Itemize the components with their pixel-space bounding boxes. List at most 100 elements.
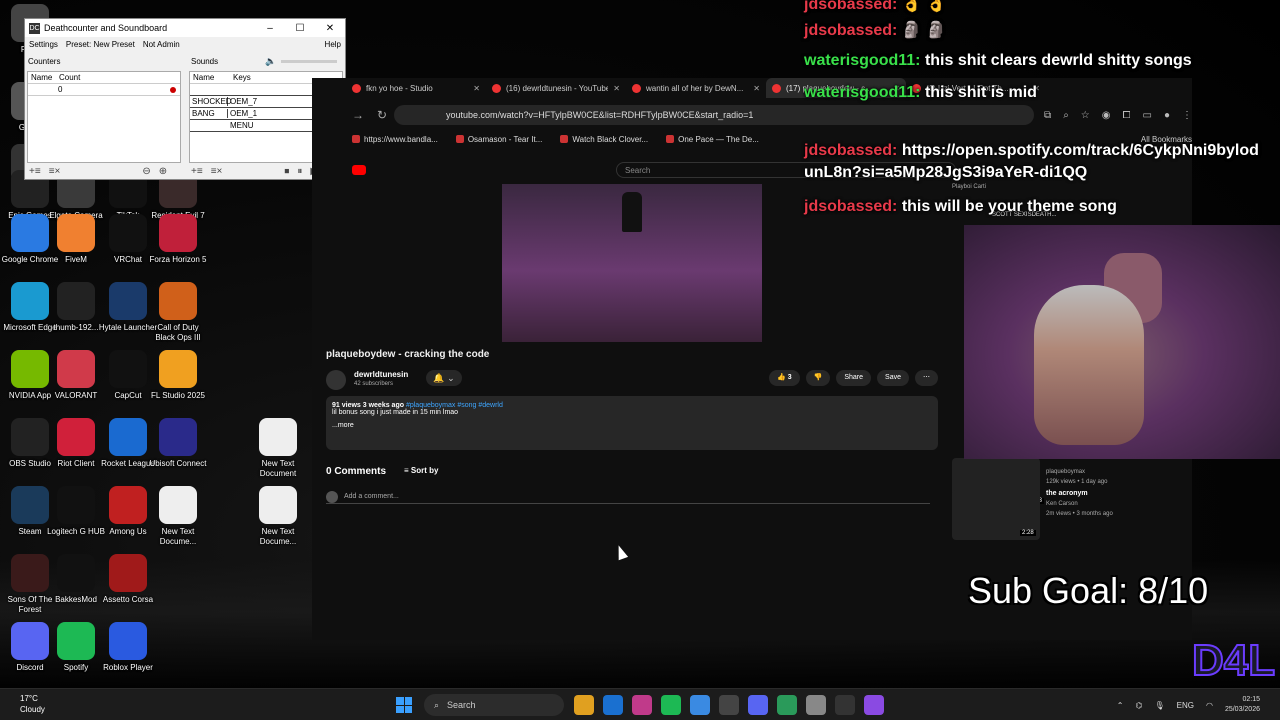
profile-icon[interactable]: ●	[1164, 110, 1170, 121]
desktop-icon[interactable]: thumb-192...	[46, 282, 106, 333]
hashtags[interactable]: #plaqueboymax #song #dewrld	[406, 402, 503, 409]
puzzle-icon[interactable]: ⧠	[1123, 110, 1131, 121]
zoom-icon[interactable]: ⌕	[1063, 110, 1069, 121]
more-link[interactable]: ...more	[332, 422, 932, 429]
add-icon[interactable]: +≡	[29, 166, 41, 177]
discord-icon[interactable]	[748, 695, 768, 715]
mic-icon[interactable]: 🎙	[1154, 701, 1164, 710]
menu-preset[interactable]: Preset: New Preset	[66, 40, 135, 49]
app-icon[interactable]	[777, 695, 797, 715]
add-comment-input[interactable]: Add a comment...	[326, 490, 930, 504]
remove-icon[interactable]: ≡×	[49, 166, 61, 177]
video-player[interactable]	[502, 184, 762, 342]
desktop-icon[interactable]: Call of Duty Black Ops III	[148, 282, 208, 343]
weather-widget[interactable]: 17°C Cloudy	[20, 693, 45, 715]
dislike-button[interactable]: 👎	[805, 370, 831, 386]
clock[interactable]: 02:15 25/03/2026	[1225, 695, 1260, 715]
wifi-icon[interactable]: ◠	[1206, 701, 1213, 710]
counter-value[interactable]: 0	[56, 85, 170, 94]
desktop-icon[interactable]: Riot Client	[46, 418, 106, 469]
extension-icon[interactable]: ◉	[1102, 110, 1111, 121]
close-tab-icon[interactable]: ✕	[473, 84, 480, 93]
menu-icon[interactable]: ⋮	[1182, 110, 1192, 121]
comments-count: 0 Comments	[326, 466, 387, 477]
minimize-icon[interactable]: –	[255, 23, 285, 34]
network-icon[interactable]: ⌬	[1135, 701, 1142, 710]
column-header[interactable]: Keys	[230, 73, 251, 82]
desktop-icon[interactable]: Ubisoft Connect	[148, 418, 208, 469]
sidebar-video[interactable]: 2:28 the acronym Ken Carson 2m views • 3 mo…	[952, 490, 1182, 542]
channel-avatar[interactable]	[326, 370, 346, 390]
spotify-icon[interactable]	[661, 695, 681, 715]
browser-tab[interactable]: (16) dewrldtunesin - YouTube ✕	[486, 78, 626, 98]
deathcounter-icon[interactable]	[719, 695, 739, 715]
twitch-icon[interactable]	[864, 695, 884, 715]
menu-help[interactable]: Help	[325, 40, 341, 49]
taskbar-search[interactable]: ⌕ Search	[424, 694, 564, 716]
volume-icon[interactable]: 🔈	[265, 56, 276, 67]
minus-icon[interactable]: ⊖	[142, 166, 150, 177]
stop-icon[interactable]: ⏹	[284, 166, 289, 177]
desktop-icon[interactable]: BakkesMod	[46, 554, 106, 605]
desktop-icon[interactable]: FL Studio 2025	[148, 350, 208, 401]
share-button[interactable]: Share	[836, 370, 872, 386]
close-icon[interactable]: ✕	[315, 23, 345, 34]
maximize-icon[interactable]: ☐	[285, 23, 315, 34]
notification-bell-icon[interactable]: 🔔 ⌄	[426, 370, 462, 386]
bookmark-item[interactable]: Watch Black Clover...	[560, 135, 648, 144]
desktop-icon[interactable]: New Text Docume...	[148, 486, 208, 547]
channel-name[interactable]: dewrldtunesin	[354, 370, 408, 379]
chrome-icon[interactable]	[690, 695, 710, 715]
desktop-icon[interactable]: Logitech G HUB	[46, 486, 106, 537]
volume-slider[interactable]	[281, 60, 337, 63]
description-box[interactable]: 91 views 3 weeks ago #plaqueboymax #song…	[326, 396, 938, 450]
install-icon[interactable]: ⧉	[1044, 110, 1051, 121]
video-frame	[622, 192, 642, 232]
bookmark-item[interactable]: https://www.bandla...	[352, 135, 438, 144]
save-button[interactable]: Save	[877, 370, 909, 386]
desktop-icon[interactable]: Spotify	[46, 622, 106, 673]
counters-list[interactable]: Name Count 0	[27, 71, 181, 163]
desktop-icon[interactable]: New Text Document	[248, 418, 308, 479]
desktop-icon[interactable]: FiveM	[46, 214, 106, 265]
desktop-icon[interactable]: Roblox Player	[98, 622, 158, 673]
desktop-icon[interactable]: VALORANT	[46, 350, 106, 401]
app-icon	[11, 622, 49, 660]
desktop-icon[interactable]: Forza Horizon 5	[148, 214, 208, 265]
more-options-icon[interactable]: ⋯	[915, 370, 938, 386]
start-button[interactable]	[396, 697, 412, 713]
browser-tab[interactable]: wantin all of her by DewN... ✕	[626, 78, 766, 98]
menu-admin[interactable]: Not Admin	[143, 40, 180, 49]
file-explorer-icon[interactable]	[574, 695, 594, 715]
bookmark-item[interactable]: Osamason - Tear It...	[455, 135, 542, 144]
desktop-icon[interactable]: Assetto Corsa	[98, 554, 158, 605]
close-tab-icon[interactable]: ✕	[753, 84, 760, 93]
obs-icon[interactable]	[835, 695, 855, 715]
instagram-icon[interactable]	[632, 695, 652, 715]
column-header[interactable]: Name	[28, 73, 56, 82]
add-icon[interactable]: +≡	[191, 166, 203, 177]
like-button[interactable]: 👍 3	[769, 370, 800, 386]
close-tab-icon[interactable]: ✕	[613, 84, 620, 93]
url-field[interactable]: youtube.com/watch?v=HFTylpBW0CE&list=RDH…	[394, 105, 1035, 125]
forward-icon[interactable]: →	[346, 108, 370, 122]
sort-by-button[interactable]: ≡ Sort by	[404, 466, 438, 475]
plus-icon[interactable]: ⊕	[159, 166, 167, 177]
language[interactable]: ENG	[1177, 701, 1194, 710]
pause-icon[interactable]: ⏸	[297, 166, 302, 177]
browser-tab[interactable]: fkn yo hoe - Studio ✕	[346, 78, 486, 98]
remove-icon[interactable]: ≡×	[211, 166, 223, 177]
menu-settings[interactable]: Settings	[29, 40, 58, 49]
desktop-icon[interactable]: New Text Docume...	[248, 486, 308, 547]
column-header[interactable]: Count	[56, 73, 80, 82]
reload-icon[interactable]: ↻	[370, 108, 394, 122]
chevron-up-icon[interactable]: ⌃	[1117, 701, 1124, 710]
youtube-logo-icon[interactable]	[352, 165, 366, 175]
app-icon[interactable]	[806, 695, 826, 715]
sound-key: OEM_7	[230, 97, 258, 106]
bookmark-item[interactable]: One Pace — The De...	[666, 135, 759, 144]
sidepanel-icon[interactable]: ▭	[1143, 110, 1152, 121]
column-header[interactable]: Name	[190, 73, 230, 82]
store-icon[interactable]	[603, 695, 623, 715]
bookmark-star-icon[interactable]: ☆	[1081, 110, 1090, 121]
